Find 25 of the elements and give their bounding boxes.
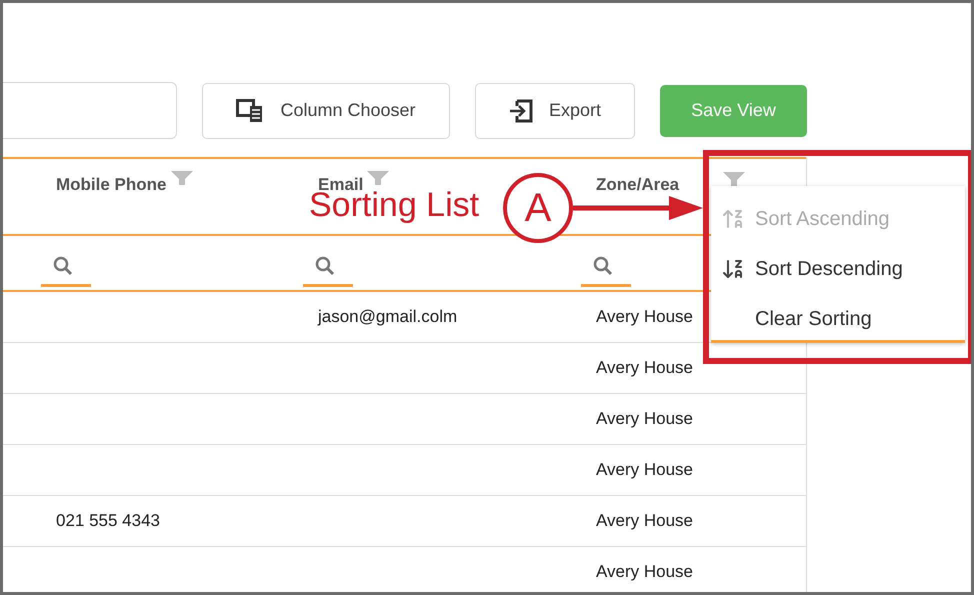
table-cell: Avery House xyxy=(596,307,694,327)
table-cell: Avery House xyxy=(596,562,694,582)
sort-down-icon xyxy=(721,257,745,281)
table-cell: Avery House xyxy=(596,511,694,531)
column-header: Mobile Phone xyxy=(56,175,166,195)
search-field[interactable] xyxy=(3,82,177,139)
column-header: Zone/Area xyxy=(596,175,680,195)
table-cell: Avery House xyxy=(596,358,694,378)
columns-button[interactable]: Column Chooser xyxy=(202,82,450,138)
table-cell: 021 555 4343 xyxy=(56,511,160,531)
sort-menu-item[interactable]: Clear Sorting xyxy=(711,294,965,344)
sort-menu-item[interactable]: Sort Descending xyxy=(711,244,965,294)
export-icon xyxy=(508,98,533,122)
table-cell: Avery House xyxy=(596,409,694,429)
search-icon xyxy=(53,256,73,276)
filter-icon[interactable] xyxy=(170,171,192,185)
sort-up-icon xyxy=(721,207,745,231)
annotation-marker: A xyxy=(503,173,573,243)
table-cell: jason@gmail.colm xyxy=(318,307,458,327)
columns-icon xyxy=(236,98,264,122)
filter-icon[interactable] xyxy=(367,171,390,185)
search-icon xyxy=(593,256,613,276)
export-button[interactable]: Export xyxy=(475,82,635,138)
table-cell: Avery House xyxy=(596,460,694,480)
search-icon xyxy=(315,256,335,276)
